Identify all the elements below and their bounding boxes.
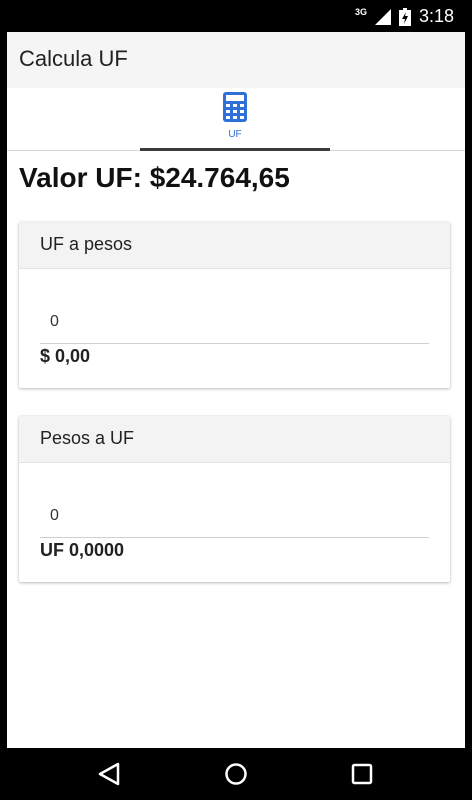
- tab-uf-label: UF: [228, 129, 242, 140]
- pesos-to-uf-card: Pesos a UF UF 0,0000: [19, 416, 450, 582]
- uf-value-title: Valor UF: $24.764,65: [19, 162, 290, 193]
- status-bar: 3G 3:18: [0, 0, 472, 32]
- tab-uf[interactable]: UF: [140, 88, 330, 151]
- card-header: Pesos a UF: [19, 416, 450, 463]
- network-type: 3G: [354, 6, 367, 17]
- navigation-bar: [0, 748, 472, 800]
- uf-amount-input[interactable]: [40, 300, 429, 344]
- status-time: 3:18: [418, 6, 454, 26]
- card-title-uf-to-pesos: UF a pesos: [40, 234, 133, 254]
- app-title: Calcula UF: [19, 46, 128, 71]
- recents-icon[interactable]: [342, 758, 382, 790]
- home-icon[interactable]: [216, 758, 256, 790]
- pesos-amount-input[interactable]: [40, 494, 429, 538]
- tab-bar: UF: [7, 88, 465, 151]
- signal-icon: [374, 8, 391, 25]
- app-bar: Calcula UF: [7, 32, 465, 88]
- back-icon[interactable]: [90, 758, 130, 790]
- tab-active-indicator: [140, 148, 330, 151]
- calculator-icon: [223, 92, 247, 122]
- status-icons: 3G 3:18: [355, 6, 454, 27]
- battery-charging-icon: [398, 7, 411, 26]
- uf-result: UF 0,0000: [40, 540, 125, 560]
- app-screen: Calcula UF UF Valor UF: $24.764,65 UF a …: [7, 32, 465, 748]
- uf-to-pesos-card: UF a pesos $ 0,00: [19, 222, 450, 388]
- card-header: UF a pesos: [19, 222, 450, 269]
- card-title-pesos-to-uf: Pesos a UF: [40, 428, 135, 448]
- pesos-result: $ 0,00: [40, 346, 91, 366]
